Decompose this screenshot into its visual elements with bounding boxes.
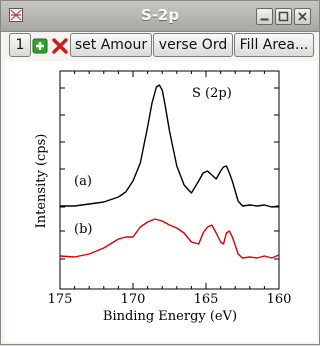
spectrum-chart: 175 170 165 160 S (2p) (a) (b) Binding Ener… bbox=[34, 70, 292, 324]
x-tick-label: 170 bbox=[121, 292, 146, 307]
close-button[interactable] bbox=[294, 8, 311, 25]
x-axis-label: Binding Energy (eV) bbox=[103, 309, 237, 324]
series-b-label: (b) bbox=[74, 222, 92, 237]
x-tick-label: 175 bbox=[48, 292, 73, 307]
annotation-label: S (2p) bbox=[192, 86, 232, 101]
offset-amount-button[interactable]: set Amour bbox=[70, 33, 152, 57]
remove-trace-button[interactable] bbox=[51, 33, 69, 57]
series-b-line bbox=[59, 218, 280, 259]
x-tick-label: 165 bbox=[194, 292, 219, 307]
title-bar[interactable]: S-2p bbox=[1, 1, 319, 32]
x-tick-label: 160 bbox=[267, 292, 292, 307]
series-a-label: (a) bbox=[74, 174, 92, 189]
close-icon bbox=[298, 12, 307, 21]
plus-icon bbox=[32, 38, 48, 54]
maximize-button[interactable] bbox=[275, 8, 292, 25]
x-icon bbox=[52, 38, 68, 54]
fill-area-button[interactable]: Fill Area... bbox=[234, 33, 314, 57]
count-button[interactable]: 1 bbox=[9, 33, 31, 57]
minimize-button[interactable] bbox=[256, 8, 273, 25]
y-axis-label: Intensity (cps) bbox=[34, 134, 49, 229]
window: S-2p 1 set Amour verse Ord Fill Area... bbox=[0, 0, 320, 345]
plot-frame bbox=[59, 70, 280, 290]
toolbar: 1 set Amour verse Ord Fill Area... bbox=[1, 31, 319, 59]
plot-area: 175 170 165 160 S (2p) (a) (b) Binding Ener… bbox=[5, 61, 317, 342]
series-a-line bbox=[60, 84, 280, 208]
add-trace-button[interactable] bbox=[32, 33, 48, 57]
reverse-order-button[interactable]: verse Ord bbox=[153, 33, 233, 57]
minimize-icon bbox=[260, 18, 269, 21]
maximize-icon bbox=[278, 11, 289, 22]
